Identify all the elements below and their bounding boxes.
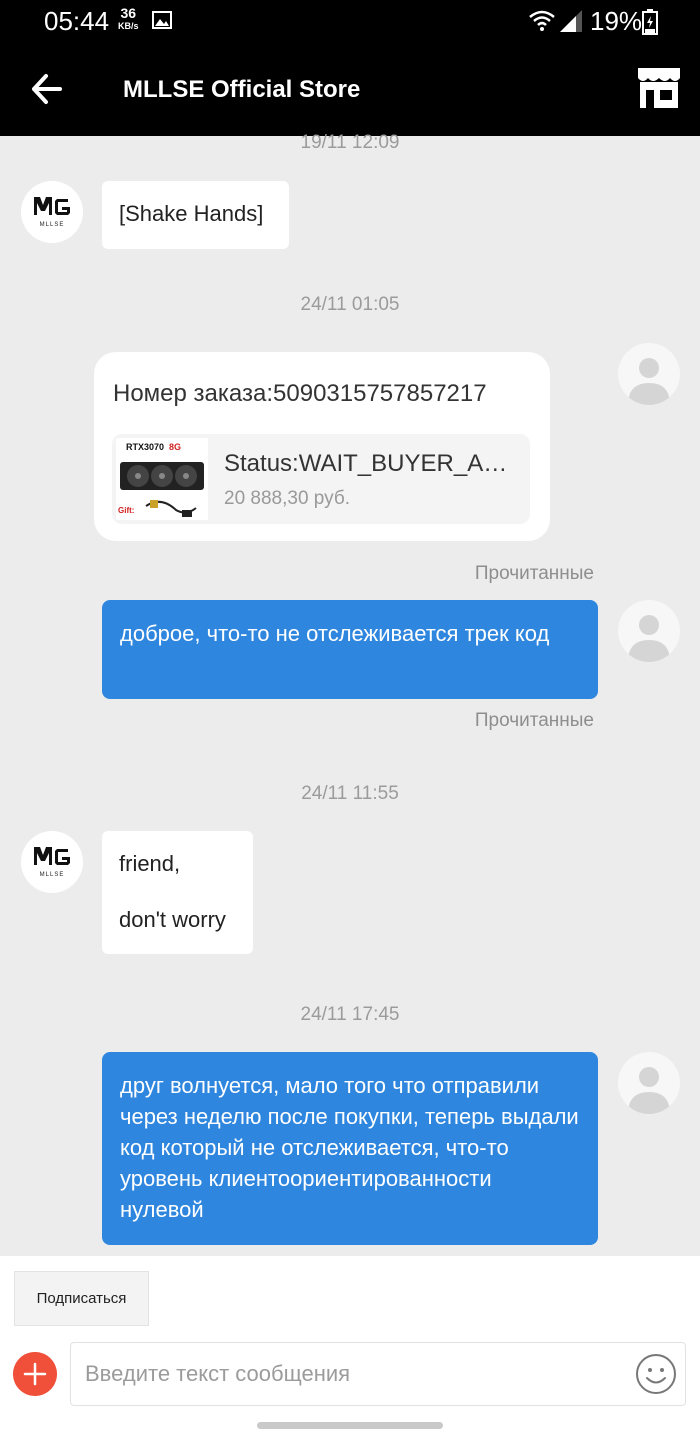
order-price: 20 888,30 руб. [224, 488, 351, 509]
subscribe-button[interactable]: Подписаться [14, 1271, 149, 1326]
battery-icon [642, 9, 658, 35]
product-thumbnail: RTX3070 8G Gift: [116, 438, 208, 520]
thumb-gift: Gift: [118, 506, 134, 515]
emoji-icon[interactable] [635, 1353, 677, 1395]
message-text: friend, [119, 851, 181, 876]
message-text: доброе, что-то не отслеживается трек код [120, 621, 550, 646]
battery-percent: 19% [590, 6, 643, 36]
network-speed-value: 36 [120, 5, 137, 21]
status-bar: 05:44 36 KB/s 19% [0, 0, 700, 44]
order-status: Status:WAIT_BUYER_ACCEPT_GOODS [224, 450, 524, 477]
timestamp: 19/11 12:09 [300, 132, 400, 153]
shop-avatar[interactable]: MLLSE [21, 181, 83, 243]
wifi-icon [529, 10, 555, 31]
shop-message: friend, don't worry [102, 831, 253, 954]
user-avatar [618, 600, 680, 662]
user-avatar [618, 1052, 680, 1114]
app-header: MLLSE Official Store [0, 44, 700, 136]
order-item[interactable]: RTX3070 8G Gift: Status:WAIT_BUYER_ACCEP… [112, 434, 530, 524]
network-speed-unit: KB/s [118, 21, 139, 31]
default-user-icon [628, 615, 670, 662]
store-icon[interactable] [636, 68, 682, 108]
user-avatar [618, 343, 680, 405]
svg-text:MLLSE: MLLSE [40, 872, 65, 878]
shop-message: [Shake Hands] [102, 181, 289, 249]
shop-logo-icon: MLLSE [34, 847, 70, 878]
signal-icon [560, 10, 582, 32]
home-indicator[interactable] [257, 1422, 443, 1429]
timestamp: 24/11 17:45 [300, 1004, 400, 1025]
timestamp: 24/11 11:55 [301, 783, 399, 804]
svg-text:MLLSE: MLLSE [40, 222, 65, 228]
message-text: don't worry [119, 907, 226, 932]
read-receipt: Прочитанные [474, 710, 594, 731]
back-arrow-icon[interactable] [28, 66, 68, 112]
gallery-icon [152, 11, 172, 29]
thumb-title: RTX3070 [126, 442, 164, 452]
message-text: друг волнуется, мало того что отправили … [120, 1073, 579, 1222]
default-user-icon [628, 1067, 670, 1114]
shop-avatar[interactable]: MLLSE [21, 831, 83, 893]
user-message: доброе, что-то не отслеживается трек код [102, 600, 598, 699]
message-text: [Shake Hands] [119, 201, 264, 226]
page-title: MLLSE Official Store [123, 76, 361, 103]
network-speed: 36 KB/s [118, 5, 139, 33]
timestamp: 24/11 01:05 [300, 294, 400, 315]
shop-logo-icon: MLLSE [31, 197, 73, 228]
message-input-box[interactable] [70, 1342, 686, 1406]
default-user-icon [628, 358, 670, 405]
add-attachment-button[interactable] [13, 1352, 57, 1396]
order-number: Номер заказа:5090315757857217 [113, 380, 487, 407]
user-message: друг волнуется, мало того что отправили … [102, 1052, 598, 1245]
composer-bar: Подписаться [0, 1256, 700, 1439]
order-card[interactable]: Номер заказа:5090315757857217 RTX3070 8G… [94, 352, 550, 541]
message-input[interactable] [85, 1343, 625, 1405]
read-receipt: Прочитанные [474, 563, 594, 584]
thumb-mem: 8G [169, 442, 181, 452]
status-time: 05:44 [44, 6, 110, 36]
